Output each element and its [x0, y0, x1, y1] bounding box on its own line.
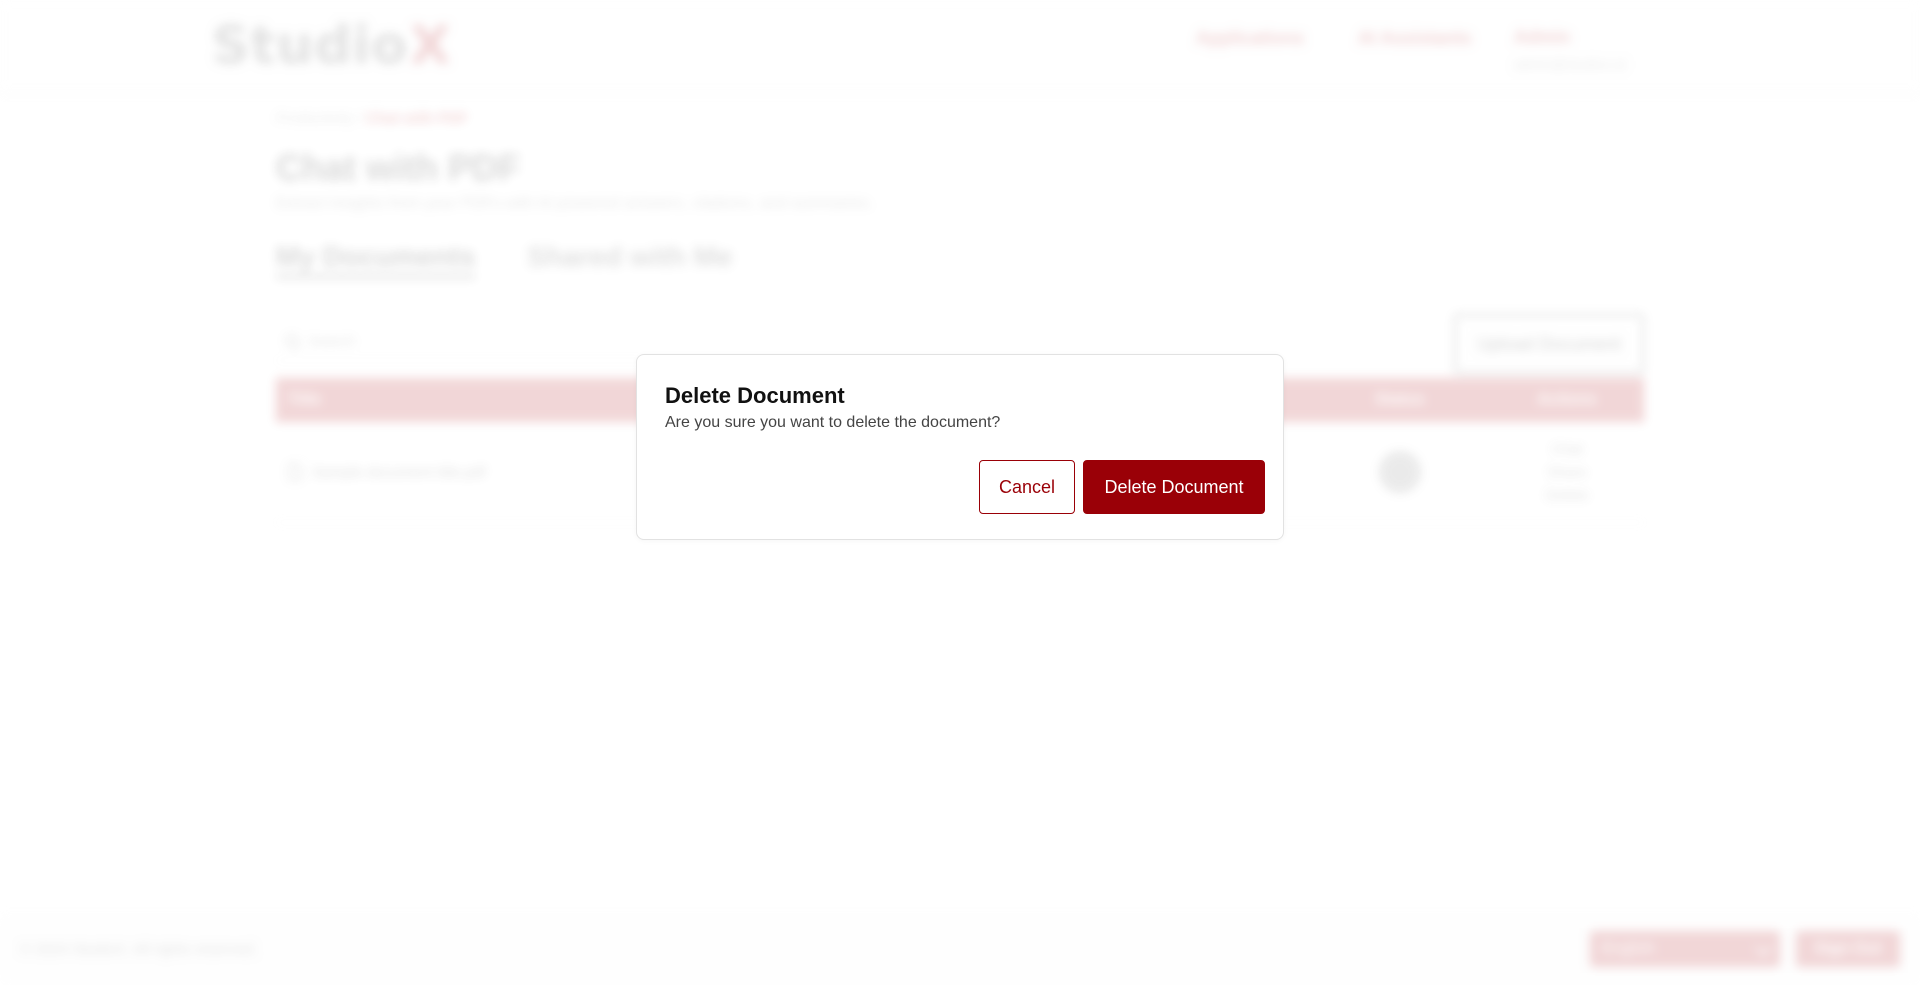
cancel-button[interactable]: Cancel — [979, 460, 1075, 514]
delete-document-button[interactable]: Delete Document — [1083, 460, 1265, 514]
delete-document-dialog: Delete Document Are you sure you want to… — [636, 354, 1284, 540]
page: StudioX Applications AI Assistants Admin… — [0, 0, 1920, 985]
dialog-actions: Cancel Delete Document — [979, 460, 1265, 514]
dialog-title: Delete Document — [665, 383, 845, 408]
dialog-message: Are you sure you want to delete the docu… — [665, 414, 1001, 431]
